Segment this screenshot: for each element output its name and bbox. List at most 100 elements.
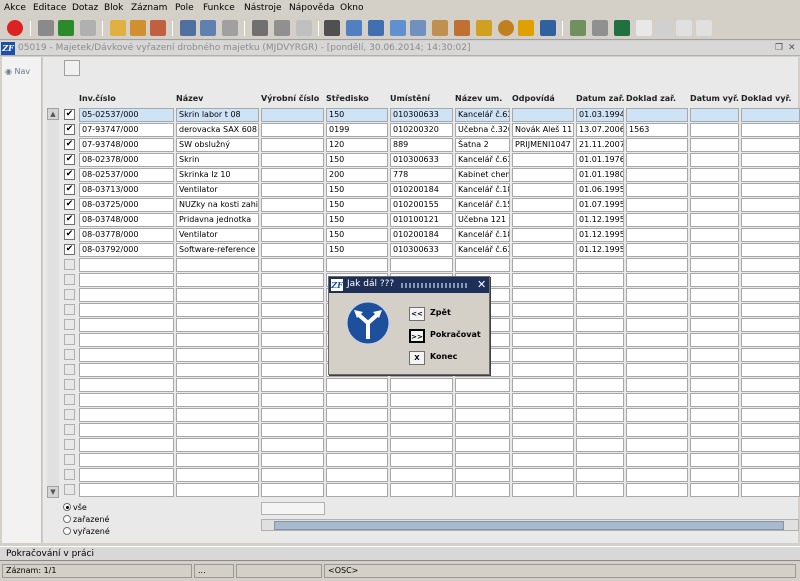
calendar-icon[interactable]: [656, 20, 672, 36]
row-checkbox[interactable]: [64, 334, 75, 345]
table-cell[interactable]: [79, 363, 174, 377]
table-cell[interactable]: [576, 453, 624, 467]
arrow-icon[interactable]: [38, 20, 54, 36]
table-cell[interactable]: [512, 258, 574, 272]
table-cell[interactable]: [690, 438, 739, 452]
table-cell[interactable]: [512, 318, 574, 332]
table-cell[interactable]: [79, 423, 174, 437]
table-cell[interactable]: 07-93747/000: [79, 123, 174, 137]
menu-item[interactable]: Záznam: [131, 3, 167, 13]
table-cell[interactable]: [576, 348, 624, 362]
table-cell[interactable]: [741, 348, 800, 362]
menu-item[interactable]: Okno: [340, 3, 364, 13]
table-cell[interactable]: 010200184: [390, 228, 453, 242]
table-cell[interactable]: [576, 468, 624, 482]
row-checkbox[interactable]: [64, 274, 75, 285]
table-cell[interactable]: [690, 168, 739, 182]
table-cell[interactable]: 01.06.1995: [576, 183, 624, 197]
table-cell[interactable]: [79, 333, 174, 347]
scroll-down-icon[interactable]: ▼: [47, 486, 59, 498]
table-cell[interactable]: [690, 303, 739, 317]
table-cell[interactable]: [261, 393, 324, 407]
table-cell[interactable]: 21.11.2007: [576, 138, 624, 152]
row-checkbox[interactable]: ✔: [64, 244, 75, 255]
table-row[interactable]: ✔ 08-02537/000 Skrinka Iz 10 200 778 Kabinet …: [0, 168, 800, 183]
table-cell[interactable]: 01.01.1980: [576, 168, 624, 182]
table-row[interactable]: ✔ 05-02537/000 Skrin labor t 08 150 01030063…: [0, 108, 800, 123]
table-cell[interactable]: [390, 438, 453, 452]
table-cell[interactable]: [741, 453, 800, 467]
table-cell[interactable]: 200: [326, 168, 388, 182]
table-cell[interactable]: [576, 438, 624, 452]
table-cell[interactable]: [512, 333, 574, 347]
table-cell[interactable]: 0199: [326, 123, 388, 137]
table-cell[interactable]: [576, 333, 624, 347]
table-cell[interactable]: [326, 453, 388, 467]
table-cell[interactable]: 778: [390, 168, 453, 182]
table-cell[interactable]: [512, 483, 574, 497]
table-cell[interactable]: [690, 333, 739, 347]
table-cell[interactable]: [576, 378, 624, 392]
table-cell[interactable]: [79, 288, 174, 302]
table-cell[interactable]: [690, 318, 739, 332]
tools-icon[interactable]: [518, 20, 534, 36]
table-cell[interactable]: Šatna 2: [455, 138, 510, 152]
menu-item[interactable]: Editace: [33, 3, 66, 13]
row-checkbox[interactable]: [64, 409, 75, 420]
table-cell[interactable]: [455, 393, 510, 407]
table-cell[interactable]: [455, 423, 510, 437]
table-cell[interactable]: [626, 423, 688, 437]
table-cell[interactable]: [390, 378, 453, 392]
context-help-icon[interactable]: [696, 20, 712, 36]
remove-record-icon[interactable]: [150, 20, 166, 36]
wizard-icon[interactable]: [540, 20, 556, 36]
menu-item[interactable]: Nápověda: [289, 3, 335, 13]
table-cell[interactable]: [261, 243, 324, 257]
table-row[interactable]: ✔ 07-93748/000 SW obslužný 120 889 Šatna 2 PRI…: [0, 138, 800, 153]
table-cell[interactable]: [261, 258, 324, 272]
table-cell[interactable]: [626, 378, 688, 392]
table-cell[interactable]: [79, 468, 174, 482]
close-icon[interactable]: ✕: [788, 43, 796, 53]
row-checkbox[interactable]: ✔: [64, 109, 75, 120]
table-cell[interactable]: [741, 243, 800, 257]
row-checkbox[interactable]: [64, 484, 75, 495]
table-cell[interactable]: [512, 288, 574, 302]
table-cell[interactable]: [261, 333, 324, 347]
table-cell[interactable]: [176, 273, 259, 287]
table-cell[interactable]: [690, 273, 739, 287]
table-cell[interactable]: [690, 243, 739, 257]
table-cell[interactable]: [741, 408, 800, 422]
table-cell[interactable]: [79, 318, 174, 332]
table-cell[interactable]: [512, 198, 574, 212]
table-cell[interactable]: [176, 423, 259, 437]
table-cell[interactable]: Kabinet chemi: [455, 168, 510, 182]
table-cell[interactable]: [390, 393, 453, 407]
table-cell[interactable]: [576, 363, 624, 377]
table-cell[interactable]: [512, 273, 574, 287]
table-cell[interactable]: [741, 138, 800, 152]
table-row[interactable]: ✔ 08-03748/000 Pridavna jednotka 150 0101001…: [0, 213, 800, 228]
row-checkbox[interactable]: [64, 469, 75, 480]
table-cell[interactable]: 889: [390, 138, 453, 152]
table-cell[interactable]: [176, 348, 259, 362]
row-checkbox[interactable]: [64, 364, 75, 375]
table-cell[interactable]: [741, 108, 800, 122]
table-cell[interactable]: [326, 408, 388, 422]
table-cell[interactable]: [576, 483, 624, 497]
table-cell[interactable]: [261, 483, 324, 497]
table-cell[interactable]: 150: [326, 228, 388, 242]
table-cell[interactable]: [741, 258, 800, 272]
table-cell[interactable]: [626, 363, 688, 377]
table-cell[interactable]: [79, 348, 174, 362]
column-header[interactable]: Doklad vyř.: [741, 94, 791, 103]
column-header[interactable]: Datum zař.: [576, 94, 625, 103]
table-cell[interactable]: [741, 273, 800, 287]
table-cell[interactable]: [512, 408, 574, 422]
table-cell[interactable]: 01.03.1994: [576, 108, 624, 122]
table-cell[interactable]: [390, 258, 453, 272]
table-cell[interactable]: [79, 438, 174, 452]
table-cell[interactable]: [176, 438, 259, 452]
table-cell[interactable]: [261, 438, 324, 452]
table-cell[interactable]: [741, 228, 800, 242]
